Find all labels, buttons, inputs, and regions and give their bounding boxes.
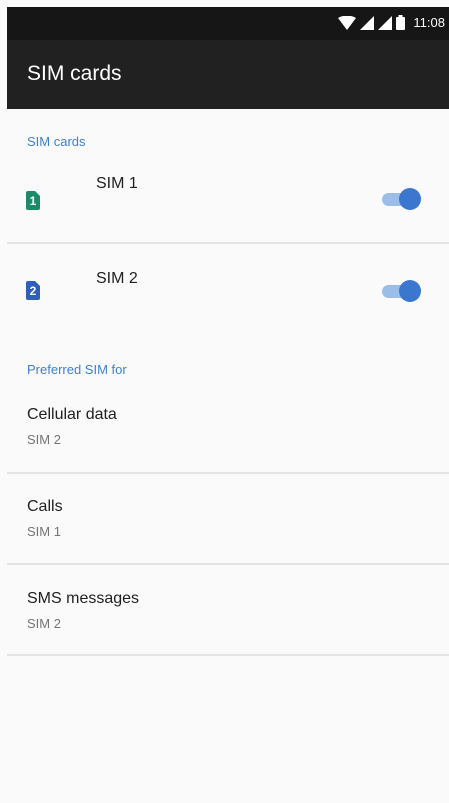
divider bbox=[7, 563, 449, 565]
preference-title: SMS messages bbox=[27, 590, 140, 607]
sim-card-icon: 1 bbox=[26, 191, 40, 210]
preference-title: Cellular data bbox=[27, 406, 117, 423]
signal-icon bbox=[378, 15, 393, 30]
preference-calls[interactable]: Calls SIM 1 bbox=[7, 498, 449, 586]
divider bbox=[7, 472, 449, 474]
section-header-sim-cards: SIM cards bbox=[27, 134, 86, 149]
sim-1-toggle[interactable] bbox=[382, 188, 421, 210]
toggle-thumb bbox=[399, 188, 421, 210]
page-title: SIM cards bbox=[27, 62, 122, 85]
toggle-thumb bbox=[399, 280, 421, 302]
divider bbox=[7, 654, 449, 656]
section-header-preferred-sim: Preferred SIM for bbox=[27, 362, 127, 377]
sim-label: SIM 2 bbox=[96, 270, 138, 287]
preference-cellular-data[interactable]: Cellular data SIM 2 bbox=[7, 406, 449, 494]
status-bar: 11:08 bbox=[7, 7, 449, 40]
signal-icon bbox=[360, 15, 375, 30]
preference-summary: SIM 2 bbox=[27, 432, 61, 447]
app-bar: SIM cards bbox=[7, 40, 449, 109]
preference-title: Calls bbox=[27, 498, 63, 515]
battery-icon bbox=[396, 15, 406, 30]
preference-summary: SIM 1 bbox=[27, 524, 61, 539]
divider bbox=[7, 242, 449, 244]
wifi-icon bbox=[338, 15, 357, 30]
sim-label: SIM 1 bbox=[96, 175, 138, 192]
status-time: 11:08 bbox=[413, 15, 445, 30]
preference-summary: SIM 2 bbox=[27, 616, 61, 631]
status-icons: 11:08 bbox=[338, 15, 445, 30]
sim-card-icon: 2 bbox=[26, 281, 40, 300]
sim-row-2[interactable]: 2 SIM 2 bbox=[7, 245, 449, 333]
sim-row-1[interactable]: 1 SIM 1 bbox=[7, 155, 449, 243]
sim-2-toggle[interactable] bbox=[382, 280, 421, 302]
preference-sms-messages[interactable]: SMS messages SIM 2 bbox=[7, 590, 449, 678]
